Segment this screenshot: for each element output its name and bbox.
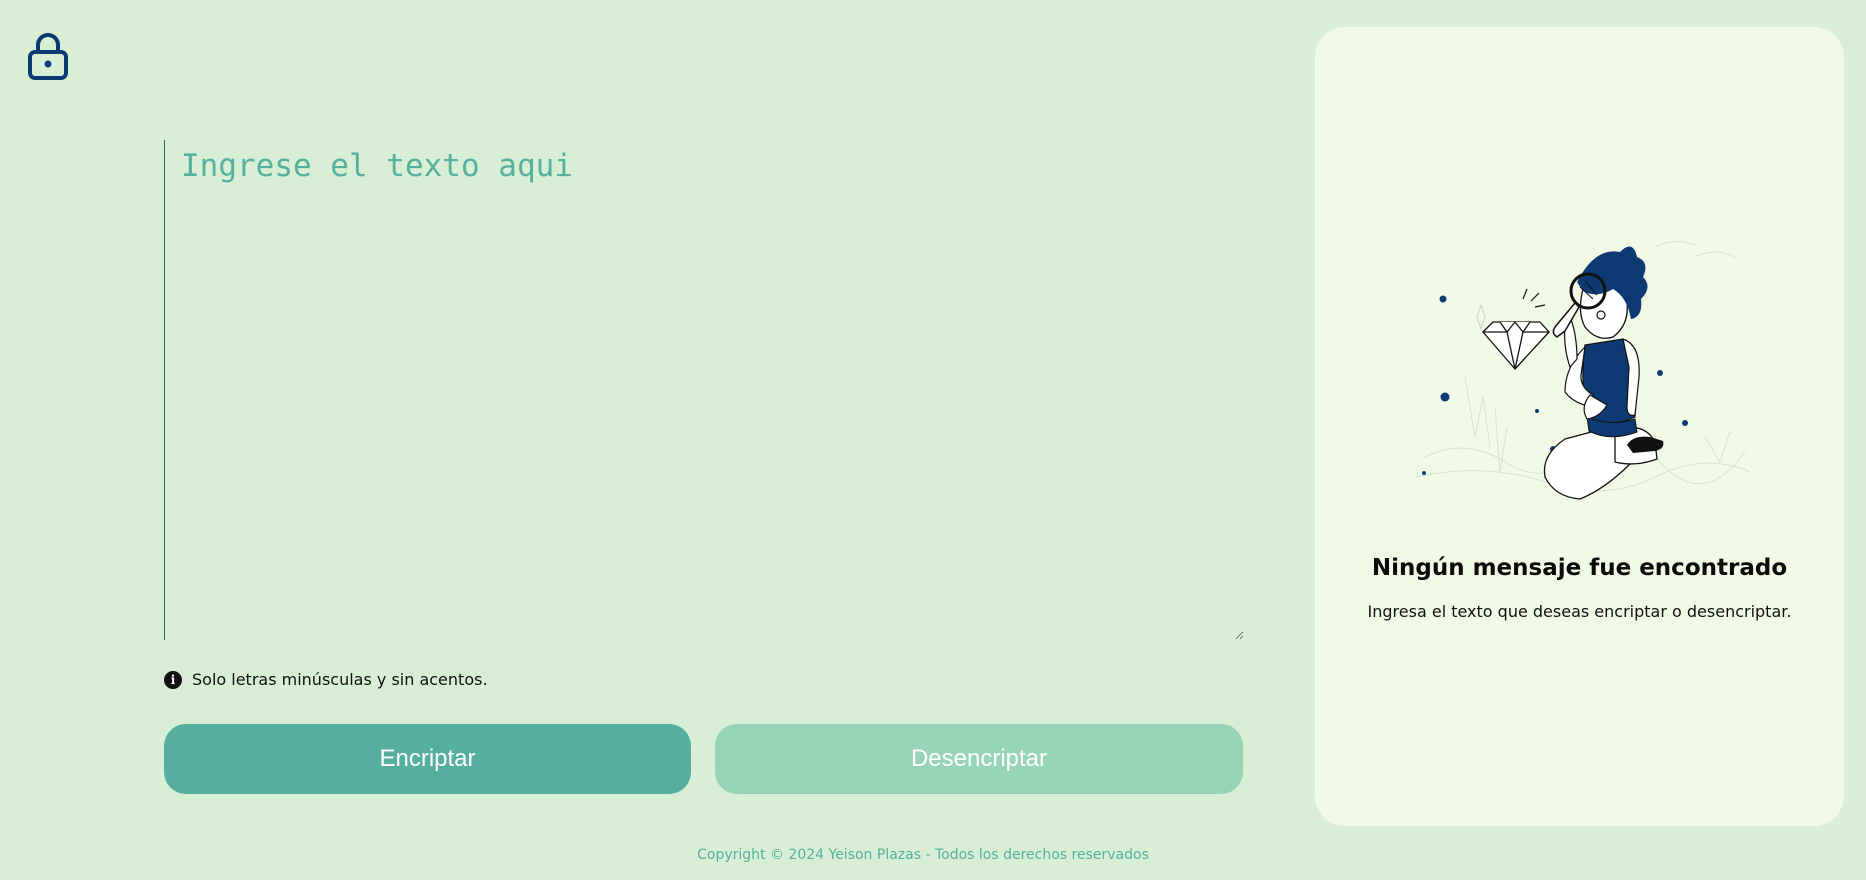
- encrypt-button[interactable]: Encriptar: [164, 724, 691, 794]
- page: i Solo letras minúsculas y sin acentos. …: [0, 0, 1866, 880]
- info-icon: i: [164, 670, 182, 689]
- result-panel: Ningún mensaje fue encontrado Ingresa el…: [1315, 27, 1844, 826]
- person-with-magnifier-illustration: [1414, 241, 1751, 500]
- message-input[interactable]: [164, 140, 1244, 640]
- footer-copyright: Copyright © 2024 Yeison Plazas - Todos l…: [697, 847, 1149, 863]
- empty-state-title: Ningún mensaje fue encontrado: [1371, 555, 1788, 581]
- decrypt-button[interactable]: Desencriptar: [715, 724, 1243, 794]
- hint-text: Solo letras minúsculas y sin acentos.: [192, 670, 488, 689]
- lock-icon[interactable]: [27, 31, 69, 81]
- empty-state-subtitle: Ingresa el texto que deseas encriptar o …: [1367, 602, 1792, 621]
- input-hint: i Solo letras minúsculas y sin acentos.: [164, 670, 488, 689]
- text-input-area: [164, 140, 1244, 640]
